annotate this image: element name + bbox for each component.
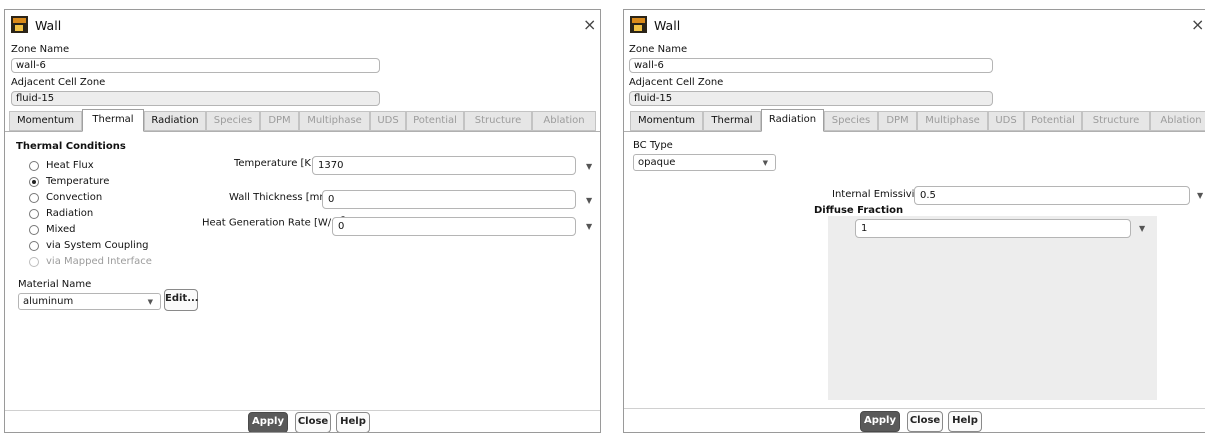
chevron-down-icon[interactable]: ▼ [1197,191,1203,200]
radio-button [29,257,39,267]
diffuse-fraction-heading: Diffuse Fraction [814,205,904,216]
close-button[interactable]: Close [907,411,943,432]
tab-structure[interactable]: Structure [464,111,532,131]
adjacent-cell-zone-label: Adjacent Cell Zone [629,77,724,88]
zone-name-input[interactable]: wall-6 [629,58,993,73]
radio-label: via System Coupling [46,240,149,251]
help-button[interactable]: Help [336,412,370,432]
chevron-down-icon: ▼ [762,159,768,167]
tab-multiphase[interactable]: Multiphase [917,111,988,131]
adjacent-cell-zone-field: fluid-15 [11,91,380,106]
tab-radiation[interactable]: Radiation [761,109,824,132]
apply-button[interactable]: Apply [860,411,900,432]
tab-thermal[interactable]: Thermal [82,109,144,132]
radio-label: Radiation [46,208,94,219]
radio-label: via Mapped Interface [46,256,152,267]
divider [624,408,1205,409]
internal-emissivity-label: Internal Emissivity [832,189,925,200]
title-bar: Wall × [5,10,600,40]
chevron-down-icon[interactable]: ▼ [1139,224,1145,233]
tab-ablation[interactable]: Ablation [532,111,596,131]
dialog-title: Wall [35,18,62,33]
close-icon[interactable]: × [583,15,596,34]
tab-dpm[interactable]: DPM [878,111,917,131]
close-icon[interactable]: × [1191,15,1204,34]
tab-momentum[interactable]: Momentum [9,111,82,131]
radio-button[interactable] [29,209,39,219]
tab-species[interactable]: Species [824,111,878,131]
divider [5,410,600,411]
chevron-down-icon[interactable]: ▼ [586,162,592,171]
tab-species[interactable]: Species [206,111,260,131]
tab-bar: Momentum Thermal Radiation Species DPM M… [624,109,1205,132]
thermal-conditions-heading: Thermal Conditions [16,141,126,152]
radio-button[interactable] [29,225,39,235]
radio-label: Convection [46,192,103,203]
tab-uds[interactable]: UDS [370,111,406,131]
radio-button[interactable] [29,193,39,203]
chevron-down-icon: ▼ [147,298,153,306]
zone-name-input[interactable]: wall-6 [11,58,380,73]
radio-button[interactable] [29,241,39,251]
radio-label: Mixed [46,224,76,235]
dialog-title: Wall [654,18,681,33]
tab-potential[interactable]: Potential [1024,111,1082,131]
material-select[interactable]: aluminum ▼ [18,293,161,310]
wall-thickness-input[interactable]: 0 [322,190,576,209]
fluent-app-icon [630,16,647,33]
wall-dialog-thermal: Wall × Zone Name wall-6 Adjacent Cell Zo… [4,9,601,433]
tab-uds[interactable]: UDS [988,111,1024,131]
title-bar: Wall × [624,10,1205,40]
wall-dialog-radiation: Wall × Zone Name wall-6 Adjacent Cell Zo… [623,9,1205,433]
tab-ablation[interactable]: Ablation [1150,111,1205,131]
edit-material-button[interactable]: Edit... [164,289,199,311]
bc-type-label: BC Type [633,140,673,151]
tab-thermal[interactable]: Thermal [703,111,761,131]
help-button[interactable]: Help [948,411,982,432]
heat-generation-input[interactable]: 0 [332,217,576,236]
wall-thickness-label: Wall Thickness [mm] [229,192,333,203]
adjacent-cell-zone-label: Adjacent Cell Zone [11,77,106,88]
tab-potential[interactable]: Potential [406,111,464,131]
temperature-input[interactable]: 1370 [312,156,576,175]
tab-structure[interactable]: Structure [1082,111,1150,131]
chevron-down-icon[interactable]: ▼ [586,196,592,205]
temperature-label: Temperature [K] [234,158,315,169]
internal-emissivity-input[interactable]: 0.5 [914,186,1190,205]
close-button[interactable]: Close [295,412,331,432]
bc-type-select[interactable]: opaque ▼ [633,154,776,171]
diffuse-fraction-input[interactable]: 1 [855,219,1131,238]
apply-button[interactable]: Apply [248,412,288,432]
heat-generation-label: Heat Generation Rate [W/m3] [202,215,349,229]
material-value: aluminum [23,296,74,307]
radio-label: Temperature [46,176,110,187]
radio-button[interactable] [29,161,39,171]
tab-dpm[interactable]: DPM [260,111,299,131]
material-name-label: Material Name [18,279,92,290]
fluent-app-icon [11,16,28,33]
adjacent-cell-zone-field: fluid-15 [629,91,993,106]
radio-label: Heat Flux [46,160,94,171]
radio-button[interactable] [29,177,39,187]
zone-name-label: Zone Name [11,44,70,55]
zone-name-label: Zone Name [629,44,688,55]
tab-multiphase[interactable]: Multiphase [299,111,370,131]
tab-radiation[interactable]: Radiation [144,111,206,131]
bc-type-value: opaque [638,157,676,168]
diffuse-fraction-panel [828,216,1157,400]
tab-bar: Momentum Thermal Radiation Species DPM M… [5,109,600,132]
chevron-down-icon[interactable]: ▼ [586,222,592,231]
tab-momentum[interactable]: Momentum [630,111,703,131]
